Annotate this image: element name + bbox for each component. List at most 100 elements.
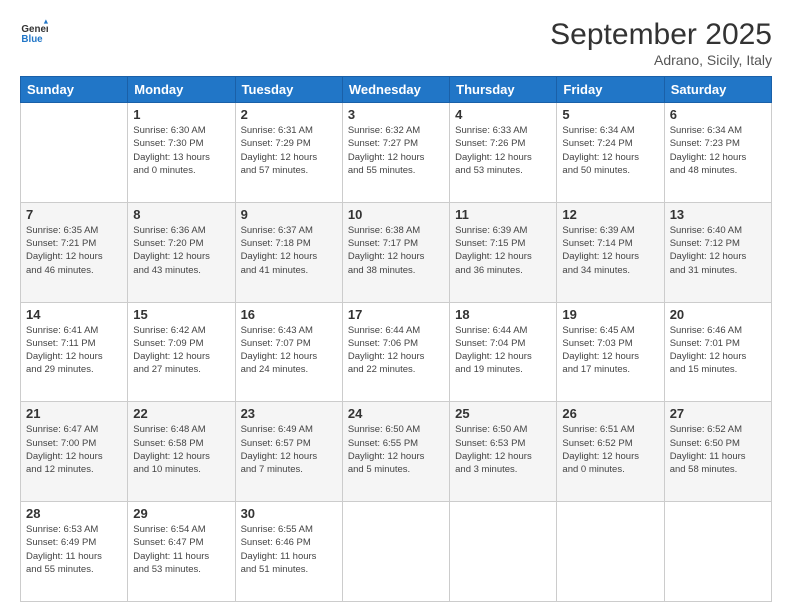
day-cell xyxy=(21,103,128,203)
day-info: Sunrise: 6:31 AM Sunset: 7:29 PM Dayligh… xyxy=(241,124,337,177)
day-info: Sunrise: 6:35 AM Sunset: 7:21 PM Dayligh… xyxy=(26,224,122,277)
header-monday: Monday xyxy=(128,77,235,103)
day-number: 13 xyxy=(670,207,766,222)
header-thursday: Thursday xyxy=(450,77,557,103)
day-number: 8 xyxy=(133,207,229,222)
day-info: Sunrise: 6:38 AM Sunset: 7:17 PM Dayligh… xyxy=(348,224,444,277)
day-number: 18 xyxy=(455,307,551,322)
day-info: Sunrise: 6:34 AM Sunset: 7:23 PM Dayligh… xyxy=(670,124,766,177)
day-cell: 14 Sunrise: 6:41 AM Sunset: 7:11 PM Dayli… xyxy=(21,302,128,402)
day-cell: 27Sunrise: 6:52 AM Sunset: 6:50 PM Dayli… xyxy=(664,402,771,502)
day-number: 26 xyxy=(562,406,658,421)
weekday-header-row: Sunday Monday Tuesday Wednesday Thursday… xyxy=(21,77,772,103)
logo-icon: General Blue xyxy=(20,18,48,46)
logo: General Blue xyxy=(20,18,48,46)
day-number: 25 xyxy=(455,406,551,421)
day-info: Sunrise: 6:46 AM Sunset: 7:01 PM Dayligh… xyxy=(670,324,766,377)
header-sunday: Sunday xyxy=(21,77,128,103)
day-info: Sunrise: 6:32 AM Sunset: 7:27 PM Dayligh… xyxy=(348,124,444,177)
day-cell: 2 Sunrise: 6:31 AM Sunset: 7:29 PM Daylig… xyxy=(235,103,342,203)
day-number: 7 xyxy=(26,207,122,222)
week-row-3: 21Sunrise: 6:47 AM Sunset: 7:00 PM Dayli… xyxy=(21,402,772,502)
day-cell: 18 Sunrise: 6:44 AM Sunset: 7:04 PM Dayli… xyxy=(450,302,557,402)
day-info: Sunrise: 6:44 AM Sunset: 7:06 PM Dayligh… xyxy=(348,324,444,377)
svg-text:Blue: Blue xyxy=(21,34,43,45)
day-info: Sunrise: 6:41 AM Sunset: 7:11 PM Dayligh… xyxy=(26,324,122,377)
day-info: Sunrise: 6:37 AM Sunset: 7:18 PM Dayligh… xyxy=(241,224,337,277)
day-cell xyxy=(450,502,557,602)
day-cell: 16Sunrise: 6:43 AM Sunset: 7:07 PM Dayli… xyxy=(235,302,342,402)
day-info: Sunrise: 6:51 AM Sunset: 6:52 PM Dayligh… xyxy=(562,423,658,476)
day-info: Sunrise: 6:44 AM Sunset: 7:04 PM Dayligh… xyxy=(455,324,551,377)
day-number: 30 xyxy=(241,506,337,521)
day-cell: 11 Sunrise: 6:39 AM Sunset: 7:15 PM Dayli… xyxy=(450,202,557,302)
day-info: Sunrise: 6:55 AM Sunset: 6:46 PM Dayligh… xyxy=(241,523,337,576)
week-row-1: 7 Sunrise: 6:35 AM Sunset: 7:21 PM Daylig… xyxy=(21,202,772,302)
day-number: 11 xyxy=(455,207,551,222)
day-cell: 8 Sunrise: 6:36 AM Sunset: 7:20 PM Daylig… xyxy=(128,202,235,302)
day-number: 28 xyxy=(26,506,122,521)
day-cell: 5 Sunrise: 6:34 AM Sunset: 7:24 PM Daylig… xyxy=(557,103,664,203)
header-tuesday: Tuesday xyxy=(235,77,342,103)
day-number: 15 xyxy=(133,307,229,322)
day-number: 24 xyxy=(348,406,444,421)
day-number: 20 xyxy=(670,307,766,322)
day-cell: 15 Sunrise: 6:42 AM Sunset: 7:09 PM Dayli… xyxy=(128,302,235,402)
header-wednesday: Wednesday xyxy=(342,77,449,103)
day-number: 29 xyxy=(133,506,229,521)
header: General Blue September 2025 Adrano, Sici… xyxy=(20,18,772,68)
day-cell xyxy=(664,502,771,602)
week-row-4: 28 Sunrise: 6:53 AM Sunset: 6:49 PM Dayli… xyxy=(21,502,772,602)
day-cell: 13 Sunrise: 6:40 AM Sunset: 7:12 PM Dayli… xyxy=(664,202,771,302)
day-info: Sunrise: 6:49 AM Sunset: 6:57 PM Dayligh… xyxy=(241,423,337,476)
day-number: 23 xyxy=(241,406,337,421)
day-number: 2 xyxy=(241,107,337,122)
day-cell: 24 Sunrise: 6:50 AM Sunset: 6:55 PM Dayli… xyxy=(342,402,449,502)
day-info: Sunrise: 6:42 AM Sunset: 7:09 PM Dayligh… xyxy=(133,324,229,377)
day-cell: 23 Sunrise: 6:49 AM Sunset: 6:57 PM Dayli… xyxy=(235,402,342,502)
calendar-table: Sunday Monday Tuesday Wednesday Thursday… xyxy=(20,76,772,602)
day-number: 1 xyxy=(133,107,229,122)
day-info: Sunrise: 6:40 AM Sunset: 7:12 PM Dayligh… xyxy=(670,224,766,277)
day-cell: 30 Sunrise: 6:55 AM Sunset: 6:46 PM Dayli… xyxy=(235,502,342,602)
week-row-0: 1 Sunrise: 6:30 AM Sunset: 7:30 PM Daylig… xyxy=(21,103,772,203)
day-cell: 1 Sunrise: 6:30 AM Sunset: 7:30 PM Daylig… xyxy=(128,103,235,203)
page: General Blue September 2025 Adrano, Sici… xyxy=(0,0,792,612)
day-cell: 10Sunrise: 6:38 AM Sunset: 7:17 PM Dayli… xyxy=(342,202,449,302)
day-cell: 28 Sunrise: 6:53 AM Sunset: 6:49 PM Dayli… xyxy=(21,502,128,602)
day-cell: 22 Sunrise: 6:48 AM Sunset: 6:58 PM Dayli… xyxy=(128,402,235,502)
day-cell: 29 Sunrise: 6:54 AM Sunset: 6:47 PM Dayli… xyxy=(128,502,235,602)
day-info: Sunrise: 6:39 AM Sunset: 7:14 PM Dayligh… xyxy=(562,224,658,277)
day-cell: 9Sunrise: 6:37 AM Sunset: 7:18 PM Daylig… xyxy=(235,202,342,302)
day-info: Sunrise: 6:36 AM Sunset: 7:20 PM Dayligh… xyxy=(133,224,229,277)
day-cell: 17Sunrise: 6:44 AM Sunset: 7:06 PM Dayli… xyxy=(342,302,449,402)
day-cell: 26 Sunrise: 6:51 AM Sunset: 6:52 PM Dayli… xyxy=(557,402,664,502)
day-number: 6 xyxy=(670,107,766,122)
day-info: Sunrise: 6:50 AM Sunset: 6:53 PM Dayligh… xyxy=(455,423,551,476)
day-cell: 3 Sunrise: 6:32 AM Sunset: 7:27 PM Daylig… xyxy=(342,103,449,203)
week-row-2: 14 Sunrise: 6:41 AM Sunset: 7:11 PM Dayli… xyxy=(21,302,772,402)
day-info: Sunrise: 6:50 AM Sunset: 6:55 PM Dayligh… xyxy=(348,423,444,476)
day-cell: 19Sunrise: 6:45 AM Sunset: 7:03 PM Dayli… xyxy=(557,302,664,402)
day-info: Sunrise: 6:34 AM Sunset: 7:24 PM Dayligh… xyxy=(562,124,658,177)
day-cell xyxy=(557,502,664,602)
day-number: 19 xyxy=(562,307,658,322)
month-title: September 2025 xyxy=(550,18,772,52)
day-cell: 20 Sunrise: 6:46 AM Sunset: 7:01 PM Dayli… xyxy=(664,302,771,402)
day-info: Sunrise: 6:30 AM Sunset: 7:30 PM Dayligh… xyxy=(133,124,229,177)
day-info: Sunrise: 6:54 AM Sunset: 6:47 PM Dayligh… xyxy=(133,523,229,576)
day-info: Sunrise: 6:33 AM Sunset: 7:26 PM Dayligh… xyxy=(455,124,551,177)
title-area: September 2025 Adrano, Sicily, Italy xyxy=(550,18,772,68)
day-number: 3 xyxy=(348,107,444,122)
day-number: 14 xyxy=(26,307,122,322)
day-number: 16 xyxy=(241,307,337,322)
day-cell: 25 Sunrise: 6:50 AM Sunset: 6:53 PM Dayli… xyxy=(450,402,557,502)
day-info: Sunrise: 6:53 AM Sunset: 6:49 PM Dayligh… xyxy=(26,523,122,576)
day-info: Sunrise: 6:39 AM Sunset: 7:15 PM Dayligh… xyxy=(455,224,551,277)
day-info: Sunrise: 6:48 AM Sunset: 6:58 PM Dayligh… xyxy=(133,423,229,476)
day-info: Sunrise: 6:47 AM Sunset: 7:00 PM Dayligh… xyxy=(26,423,122,476)
day-cell: 6 Sunrise: 6:34 AM Sunset: 7:23 PM Daylig… xyxy=(664,103,771,203)
day-number: 5 xyxy=(562,107,658,122)
day-cell: 12Sunrise: 6:39 AM Sunset: 7:14 PM Dayli… xyxy=(557,202,664,302)
day-number: 22 xyxy=(133,406,229,421)
